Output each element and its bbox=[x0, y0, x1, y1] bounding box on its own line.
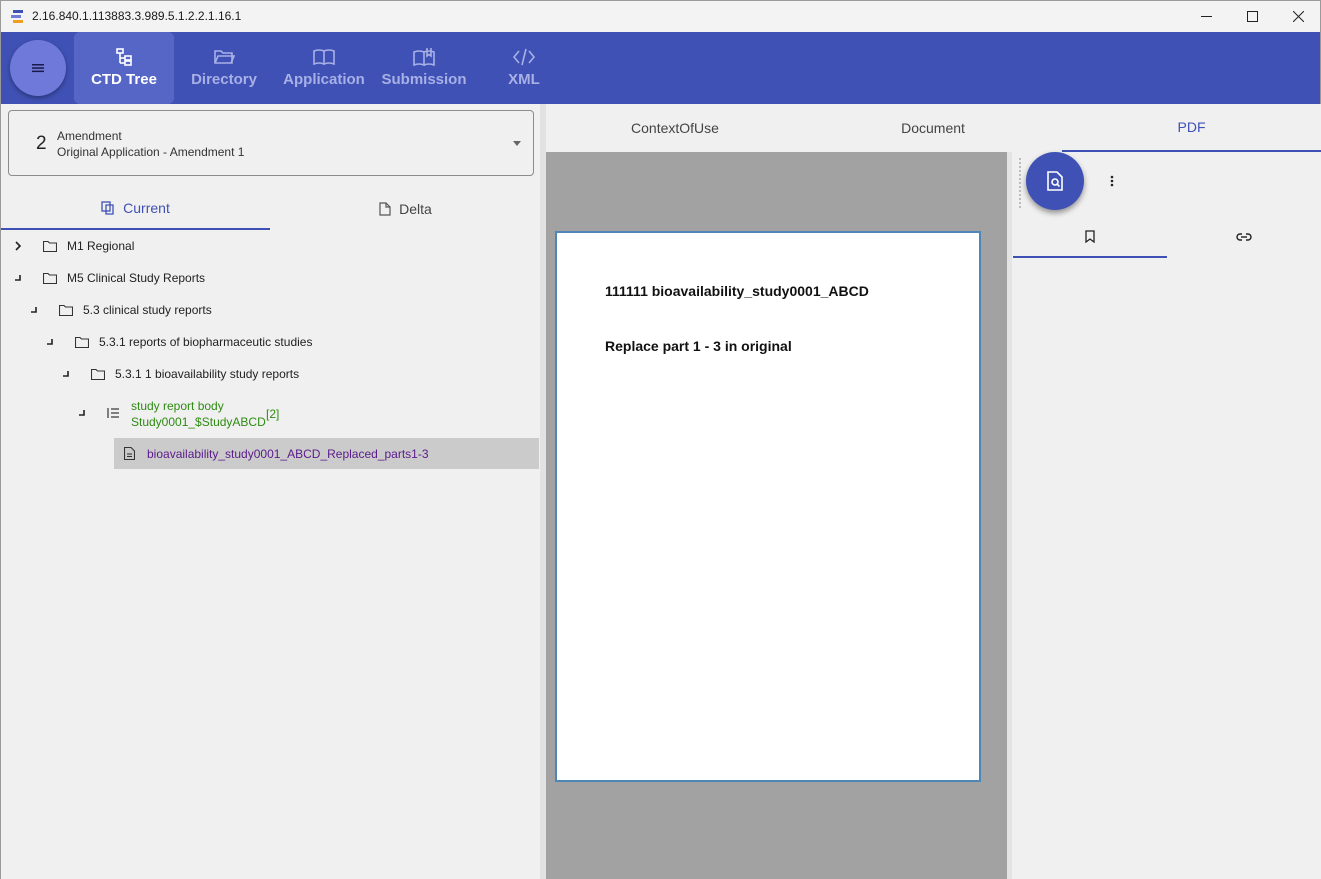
sequence-selector[interactable]: 2 Amendment Original Application - Amend… bbox=[8, 110, 534, 176]
collapse-icon[interactable] bbox=[77, 408, 87, 418]
tree-node-5-3[interactable]: 5.3 clinical study reports bbox=[1, 294, 540, 326]
book-icon bbox=[313, 49, 335, 66]
chevron-right-icon[interactable] bbox=[13, 241, 23, 251]
tab-delta-label: Delta bbox=[399, 201, 432, 217]
tree-node-label: bioavailability_study0001_ABCD_Replaced_… bbox=[147, 447, 429, 461]
pdf-text-line: 111111 bioavailability_study0001_ABCD bbox=[605, 283, 869, 299]
nav-ctd-tree[interactable]: CTD Tree bbox=[74, 32, 174, 104]
nav-label: Directory bbox=[191, 71, 257, 88]
tab-delta[interactable]: Delta bbox=[271, 188, 540, 230]
more-options-button[interactable] bbox=[1104, 170, 1120, 192]
document-icon bbox=[379, 202, 391, 216]
nav-label: CTD Tree bbox=[91, 71, 157, 88]
tree-view-tabs: Current Delta bbox=[1, 188, 540, 230]
app-logo-icon bbox=[11, 10, 23, 23]
tab-document[interactable]: Document bbox=[804, 104, 1062, 152]
tree-node-sublabel: Study0001_$StudyABCD bbox=[131, 415, 266, 429]
folder-icon bbox=[91, 368, 105, 380]
folder-icon bbox=[75, 336, 89, 348]
tree-node-document[interactable]: bioavailability_study0001_ABCD_Replaced_… bbox=[114, 438, 539, 469]
close-button[interactable] bbox=[1275, 1, 1321, 32]
tree-node-label: 5.3.1 1 bioavailability study reports bbox=[115, 367, 300, 381]
tab-label: Document bbox=[901, 120, 965, 136]
tab-current-label: Current bbox=[123, 200, 170, 216]
chevron-down-icon bbox=[513, 141, 521, 146]
tree-node-label: study report body bbox=[131, 399, 224, 413]
bookmark-icon bbox=[1085, 229, 1095, 243]
tab-links[interactable] bbox=[1167, 216, 1321, 258]
nav-label: Submission bbox=[381, 71, 467, 88]
folder-open-icon bbox=[214, 50, 235, 64]
collapse-icon[interactable] bbox=[45, 337, 55, 347]
menu-button[interactable] bbox=[10, 40, 66, 96]
tree-node-label: M1 Regional bbox=[67, 239, 135, 253]
tree-icon bbox=[116, 48, 132, 66]
pdf-viewer[interactable]: 111111 bioavailability_study0001_ABCD Re… bbox=[546, 152, 1007, 879]
minimize-button[interactable] bbox=[1183, 1, 1229, 32]
maximize-button[interactable] bbox=[1229, 1, 1275, 32]
tree-node-5-3-1-1[interactable]: 5.3.1 1 bioavailability study reports bbox=[1, 358, 540, 390]
copy-document-icon bbox=[101, 201, 114, 215]
hamburger-icon bbox=[32, 64, 44, 73]
open-book-icon bbox=[413, 48, 435, 67]
main-nav-bar: CTD Tree Directory Application Submissio… bbox=[1, 32, 1320, 104]
document-icon bbox=[124, 447, 135, 460]
maximize-icon bbox=[1246, 11, 1258, 22]
tab-bookmarks[interactable] bbox=[1013, 216, 1167, 258]
search-document-icon bbox=[1047, 171, 1063, 191]
tree-node-m5[interactable]: M5 Clinical Study Reports bbox=[1, 262, 540, 294]
doc-count-badge: [2] bbox=[266, 407, 280, 421]
tab-pdf[interactable]: PDF bbox=[1062, 104, 1321, 152]
ctd-tree-panel: 2 Amendment Original Application - Amend… bbox=[1, 104, 540, 879]
list-icon bbox=[107, 408, 119, 418]
detail-tabs: ContextOfUse Document PDF bbox=[546, 104, 1321, 152]
folder-icon bbox=[43, 272, 57, 284]
pdf-page: 111111 bioavailability_study0001_ABCD Re… bbox=[555, 231, 981, 782]
sequence-number: 2 bbox=[36, 133, 47, 154]
nav-application[interactable]: Application bbox=[274, 32, 374, 104]
tree-node-m1[interactable]: M1 Regional bbox=[1, 230, 540, 262]
code-icon bbox=[512, 48, 536, 66]
close-icon bbox=[1292, 11, 1304, 22]
nav-xml[interactable]: XML bbox=[474, 32, 574, 104]
tree-node-label: M5 Clinical Study Reports bbox=[67, 271, 206, 285]
more-vertical-icon bbox=[1110, 175, 1114, 187]
sequence-name: Original Application - Amendment 1 bbox=[57, 145, 245, 159]
nav-label: Application bbox=[283, 71, 365, 88]
nav-label: XML bbox=[508, 71, 540, 88]
tab-label: ContextOfUse bbox=[631, 120, 719, 136]
tab-label: PDF bbox=[1177, 119, 1206, 135]
tree-node-label: 5.3 clinical study reports bbox=[83, 303, 212, 317]
window-title: 2.16.840.1.113883.3.989.5.1.2.2.1.16.1 bbox=[32, 9, 242, 23]
tab-context-of-use[interactable]: ContextOfUse bbox=[546, 104, 804, 152]
title-bar: 2.16.840.1.113883.3.989.5.1.2.2.1.16.1 bbox=[1, 1, 1320, 32]
sequence-type: Amendment bbox=[57, 129, 122, 143]
nav-submission[interactable]: Submission bbox=[374, 32, 474, 104]
tree-node-label: 5.3.1 reports of biopharmaceutic studies bbox=[99, 335, 313, 349]
minimize-icon bbox=[1200, 16, 1212, 17]
collapse-icon[interactable] bbox=[61, 369, 71, 379]
tree-node-5-3-1[interactable]: 5.3.1 reports of biopharmaceutic studies bbox=[1, 326, 540, 358]
search-document-button[interactable] bbox=[1026, 152, 1084, 210]
folder-icon bbox=[43, 240, 57, 252]
nav-directory[interactable]: Directory bbox=[174, 32, 274, 104]
collapse-icon[interactable] bbox=[13, 273, 23, 283]
pdf-text-line: Replace part 1 - 3 in original bbox=[605, 338, 792, 354]
link-icon bbox=[1236, 233, 1252, 241]
tree-node-study[interactable]: study report body Study0001_$StudyABCD [… bbox=[1, 394, 540, 434]
drag-handle[interactable] bbox=[1019, 158, 1022, 208]
folder-icon bbox=[59, 304, 73, 316]
app-window: 2.16.840.1.113883.3.989.5.1.2.2.1.16.1 C… bbox=[0, 0, 1321, 879]
tab-current[interactable]: Current bbox=[1, 188, 270, 230]
collapse-icon[interactable] bbox=[29, 305, 39, 315]
pdf-side-panel bbox=[1012, 152, 1321, 879]
